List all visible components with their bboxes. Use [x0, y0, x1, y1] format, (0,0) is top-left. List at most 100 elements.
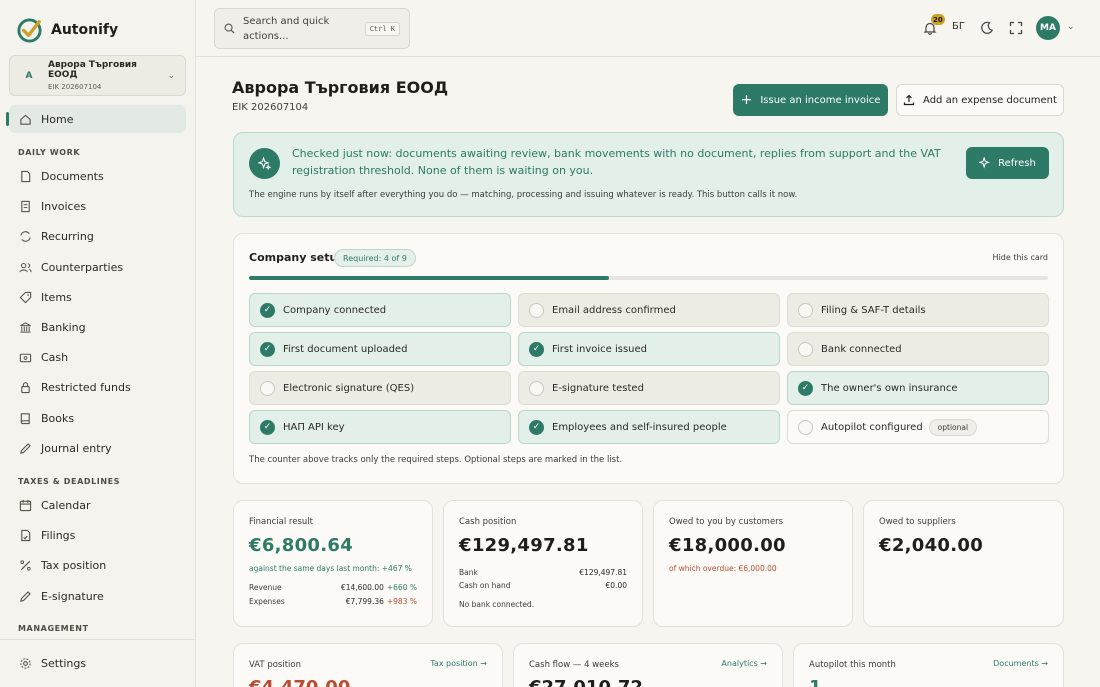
setup-step[interactable]: Bank connected [787, 332, 1049, 366]
setup-step-label: The owner's own insurance [821, 382, 958, 394]
vat-position-card[interactable]: VAT position Tax position → €4,470.00 [233, 643, 503, 687]
sidebar-item-filings[interactable]: Filings [9, 521, 186, 549]
owed-to-suppliers-card[interactable]: Owed to suppliers €2,040.00 [863, 500, 1064, 627]
autopilot-month-card[interactable]: Autopilot this month Documents → 1 [793, 643, 1064, 687]
sidebar-item-cash[interactable]: Cash [9, 343, 186, 371]
company-switcher[interactable]: A Аврора Търговия ЕООД EIK 202607104 ⌄ [9, 55, 186, 96]
sidebar-item-journal-entry[interactable]: Journal entry [9, 434, 186, 462]
autopilot-month-value: 1 [809, 677, 822, 687]
section-taxes-deadlines: TAXES & DEADLINES [18, 477, 121, 486]
sidebar-item-e-signature[interactable]: E-signature [9, 582, 186, 610]
analytics-link[interactable]: Analytics → [721, 659, 767, 668]
setup-step[interactable]: Filing & SAF-T details [787, 293, 1049, 327]
search-shortcut: Ctrl K [364, 21, 400, 36]
check-circle-icon: ✓ [529, 341, 544, 357]
cash-position-card[interactable]: Cash position €129,497.81 Bank €129,497.… [443, 500, 643, 627]
sidebar-item-restricted-funds[interactable]: Restricted funds [9, 373, 186, 401]
sidebar-item-banking[interactable]: Banking [9, 313, 186, 341]
theme-toggle-button[interactable] [979, 20, 995, 36]
setup-step[interactable]: Email address confirmed [518, 293, 780, 327]
sidebar-item-recurring[interactable]: Recurring [9, 222, 186, 250]
button-label: Issue an income invoice [760, 94, 881, 106]
topbar: Search and quick actions... Ctrl K 20 БГ… [196, 0, 1100, 57]
sidebar-item-label: Settings [41, 656, 87, 670]
signature-icon [20, 590, 31, 602]
sidebar-item-settings[interactable]: Settings [9, 649, 186, 677]
setup-progress-bar [249, 276, 1048, 280]
card-label: Autopilot this month [809, 660, 896, 670]
owed-to-you-card[interactable]: Owed to you by customers €18,000.00 of w… [653, 500, 853, 627]
setup-steps: ✓ Company connected Email address confirme… [249, 293, 1049, 444]
setup-step[interactable]: ✓ НАП API key [249, 410, 511, 444]
empty-circle-icon [529, 380, 544, 396]
sidebar-item-home[interactable]: Home [6, 105, 186, 133]
sidebar-item-label: Recurring [41, 229, 94, 243]
autonify-logo-icon [17, 17, 42, 43]
tax-position-link[interactable]: Tax position → [430, 659, 487, 668]
sidebar-item-documents[interactable]: Documents [9, 162, 186, 190]
notification-count-badge: 20 [931, 14, 945, 25]
setup-step[interactable]: E-signature tested [518, 371, 780, 405]
owed-to-suppliers-value: €2,040.00 [879, 535, 984, 556]
search-input[interactable]: Search and quick actions... Ctrl K [214, 8, 410, 49]
sidebar-item-counterparties[interactable]: Counterparties [9, 253, 186, 281]
check-circle-icon: ✓ [798, 380, 813, 396]
card-label: Cash position [459, 517, 517, 527]
issue-income-invoice-button[interactable]: + Issue an income invoice [733, 84, 888, 116]
revenue-change: +660 % [386, 583, 417, 592]
sidebar-item-invoices[interactable]: Invoices [9, 192, 186, 220]
language-switch[interactable]: БГ [952, 21, 965, 32]
financial-result-card[interactable]: Financial result €6,800.64 against the s… [233, 500, 433, 627]
company-setup-card: Company setup Required: 4 of 9 Hide this… [233, 233, 1064, 484]
cash-position-value: €129,497.81 [459, 535, 589, 556]
sidebar-item-label: Restricted funds [41, 380, 131, 394]
setup-step[interactable]: ✓ Company connected [249, 293, 511, 327]
book-icon [20, 412, 30, 424]
setup-step[interactable]: Autopilot configured optional [787, 410, 1049, 444]
expenses-change: +983 % [386, 597, 417, 606]
setup-step-label: НАП API key [283, 421, 345, 433]
setup-step[interactable]: ✓ First invoice issued [518, 332, 780, 366]
brand[interactable]: Autonify [0, 0, 195, 44]
sidebar-item-items[interactable]: Items [9, 283, 186, 311]
search-placeholder: Search and quick actions... [243, 15, 330, 42]
sparkle-icon [979, 157, 991, 169]
chevron-down-icon[interactable]: ⌄ [1067, 22, 1075, 32]
bank-value: €129,497.81 [579, 568, 627, 577]
cash-flow-card[interactable]: Cash flow — 4 weeks Analytics → €27,010.… [513, 643, 783, 687]
setup-step[interactable]: ✓ First document uploaded [249, 332, 511, 366]
pencil-icon [20, 442, 31, 454]
company-initial: A [25, 70, 33, 81]
calendar-icon [19, 499, 32, 511]
refresh-button[interactable]: Refresh [966, 147, 1049, 179]
cash-flow-value: €27,010.72 [529, 677, 643, 687]
hide-card-link[interactable]: Hide this card [993, 253, 1048, 262]
card-label: VAT position [249, 660, 301, 670]
expenses-value: €7,799.36 [345, 597, 384, 606]
setup-step[interactable]: Electronic signature (QES) [249, 371, 511, 405]
fullscreen-button[interactable] [1008, 20, 1024, 36]
add-expense-document-button[interactable]: Add an expense document [896, 84, 1064, 116]
invoice-icon [21, 200, 30, 212]
documents-link[interactable]: Documents → [993, 659, 1048, 668]
filing-icon [21, 529, 31, 541]
setup-step-label: Company connected [283, 304, 387, 316]
brand-name: Autonify [51, 22, 119, 38]
sidebar-item-label: Cash [41, 350, 69, 364]
sidebar-item-label: Invoices [41, 199, 87, 213]
company-name: Аврора Търговия ЕООД [48, 60, 137, 80]
gear-icon [20, 657, 31, 669]
avatar[interactable]: МА [1036, 16, 1060, 40]
setup-step[interactable]: ✓ The owner's own insurance [787, 371, 1049, 405]
sidebar-item-tax-position[interactable]: Tax position [9, 551, 186, 579]
sidebar-item-label: Documents [41, 169, 104, 183]
sidebar-item-label: Books [41, 411, 75, 425]
document-icon [21, 170, 31, 182]
setup-step-label: Autopilot configured [821, 421, 923, 433]
percent-icon [20, 559, 31, 571]
sidebar-item-calendar[interactable]: Calendar [9, 491, 186, 519]
setup-step[interactable]: ✓ Employees and self-insured people [518, 410, 780, 444]
sidebar-item-label: Filings [41, 528, 76, 542]
sidebar-item-books[interactable]: Books [9, 404, 186, 432]
card-label: Cash flow — 4 weeks [529, 660, 619, 670]
